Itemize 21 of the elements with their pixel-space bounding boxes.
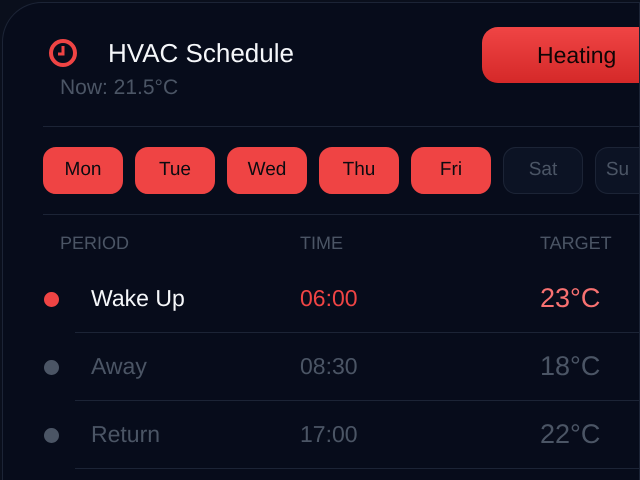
target-temperature: 18°C [540,350,600,384]
column-header: TIME [300,232,344,254]
period-name: Return [91,420,162,450]
time-cell-text: 06:00 [300,284,359,314]
day-toggle[interactable]: Wed [227,147,307,194]
schedule-title: HVAC Schedule [108,37,294,69]
clock-icon [48,38,78,68]
time-cell-text: 17:00 [300,420,359,450]
column-header: TARGET [540,232,613,254]
target-temperature: 22°C [540,418,600,452]
day-toggle[interactable]: Fri [411,147,491,194]
heating-mode-button[interactable]: Heating [482,27,639,83]
current-temperature: Now: 21.5°C [60,75,180,101]
period-name: Away [91,352,148,382]
column-header: PERIOD [60,232,130,254]
day-toggle[interactable]: Mon [43,147,123,194]
period-name: Wake Up [91,284,186,314]
target-temperature: 23°C [540,282,600,316]
time-cell-text: 08:30 [300,352,359,382]
day-toggle[interactable]: Tue [135,147,215,194]
day-toggle[interactable]: Thu [319,147,399,194]
